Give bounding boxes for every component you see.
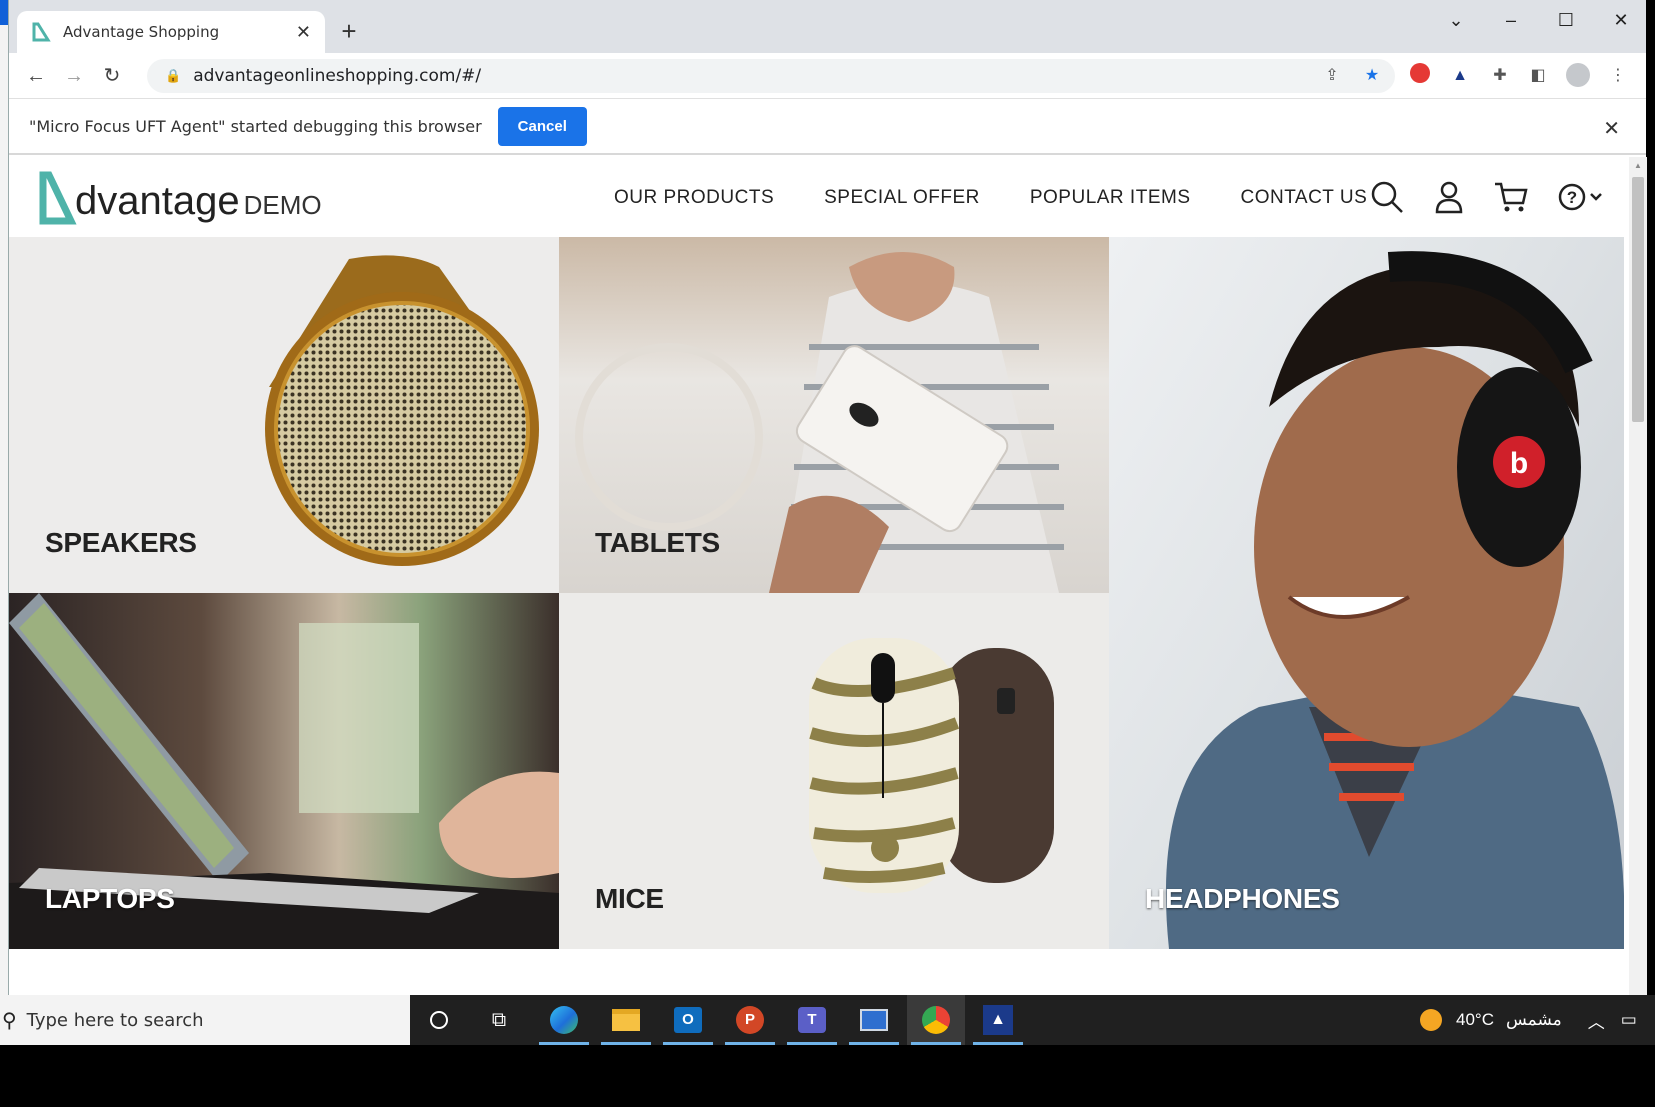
file-explorer-icon[interactable]	[597, 995, 655, 1045]
category-laptops[interactable]: LAPTOPS	[9, 593, 559, 949]
category-tablets[interactable]: TABLETS	[559, 237, 1109, 593]
infobar-close-icon[interactable]: ✕	[1603, 116, 1620, 141]
cortana-icon[interactable]	[410, 995, 468, 1045]
maximize-button[interactable]: ☐	[1544, 8, 1588, 32]
help-dropdown-icon[interactable]: ?	[1555, 179, 1605, 215]
nav-contact-us[interactable]: CONTACT US	[1241, 187, 1368, 209]
taskbar-search-placeholder: Type here to search	[26, 1009, 204, 1031]
nav-our-products[interactable]: OUR PRODUCTS	[614, 187, 774, 209]
category-headphones[interactable]: b HEADPHONES	[1109, 237, 1624, 949]
extension-red-icon[interactable]	[1407, 63, 1433, 89]
address-bar[interactable]: 🔒 advantageonlineshopping.com/#/	[147, 59, 1395, 93]
logo-word: dvantage	[75, 179, 240, 223]
side-panel-icon[interactable]: ◧	[1525, 63, 1551, 89]
lock-icon[interactable]: 🔒	[165, 68, 181, 84]
close-window-button[interactable]: ✕	[1599, 8, 1643, 32]
tab-strip: Advantage Shopping ✕ + ⌄ – ☐ ✕	[9, 0, 1646, 53]
share-icon[interactable]: ⇪	[1319, 63, 1345, 89]
category-speakers[interactable]: SPEAKERS	[9, 237, 559, 593]
outlook-icon[interactable]: O	[659, 995, 717, 1045]
minimize-button[interactable]: –	[1489, 8, 1533, 32]
category-label-tablets: TABLETS	[595, 527, 720, 558]
forward-button[interactable]: →	[59, 61, 89, 91]
category-label-mice: MICE	[595, 883, 664, 914]
weather-temperature[interactable]: 40°C	[1456, 1010, 1494, 1030]
headphones-image: b	[1165, 251, 1624, 949]
site-header: dvantage DEMO OUR PRODUCTS SPECIAL OFFER…	[9, 157, 1629, 237]
tray-chevron-icon[interactable]: ︿	[1588, 1008, 1605, 1033]
powerpoint-icon[interactable]: P	[721, 995, 779, 1045]
category-label-laptops: LAPTOPS	[45, 883, 175, 914]
remote-desktop-icon[interactable]	[845, 995, 903, 1045]
main-nav: OUR PRODUCTS SPECIAL OFFER POPULAR ITEMS…	[614, 187, 1417, 209]
nav-popular-items[interactable]: POPULAR ITEMS	[1030, 187, 1191, 209]
nav-special-offer[interactable]: SPECIAL OFFER	[824, 187, 980, 209]
edge-taskbar-icon[interactable]	[535, 995, 593, 1045]
logo-demo: DEMO	[243, 190, 322, 220]
advantage-demo-logo[interactable]: dvantage DEMO	[37, 169, 322, 225]
profile-avatar-icon[interactable]	[1565, 63, 1591, 89]
browser-toolbar: ← → ↻ 🔒 advantageonlineshopping.com/#/ ⇪…	[9, 53, 1646, 99]
scrollbar-thumb[interactable]	[1632, 177, 1644, 422]
search-magnifier-icon: ⚲	[2, 1009, 17, 1032]
category-label-headphones: HEADPHONES	[1145, 883, 1340, 914]
tab-search-chevron-icon[interactable]: ⌄	[1434, 8, 1478, 32]
cancel-debugging-button[interactable]: Cancel	[497, 107, 587, 146]
bookmark-star-icon[interactable]: ★	[1359, 63, 1385, 89]
extension-uft-icon[interactable]: ▲	[1447, 63, 1473, 89]
page-scrollbar[interactable]: ▲	[1629, 157, 1647, 995]
task-view-icon[interactable]: ⧉	[470, 995, 528, 1045]
chrome-menu-icon[interactable]: ⋮	[1605, 63, 1631, 89]
tab-advantage-shopping[interactable]: Advantage Shopping ✕	[17, 11, 325, 53]
weather-condition[interactable]: مشمس	[1506, 1010, 1562, 1030]
uft-taskbar-icon[interactable]: ▲	[969, 995, 1027, 1045]
web-page: dvantage DEMO OUR PRODUCTS SPECIAL OFFER…	[9, 157, 1629, 995]
battery-icon[interactable]: ▭	[1621, 1010, 1637, 1030]
search-icon[interactable]	[1369, 179, 1405, 215]
weather-sun-icon[interactable]	[1420, 1009, 1442, 1031]
back-button[interactable]: ←	[21, 61, 51, 91]
extensions-puzzle-icon[interactable]: ✚	[1487, 63, 1513, 89]
category-mice[interactable]: MICE	[559, 593, 1109, 949]
system-tray: 40°C مشمس ︿ ▭	[1420, 995, 1637, 1045]
chrome-taskbar-icon[interactable]	[907, 995, 965, 1045]
windows-taskbar: ⚲ Type here to search ⧉ O P T ▲ 40°C مشم…	[0, 995, 1655, 1045]
user-icon[interactable]	[1431, 179, 1467, 215]
url-text: advantageonlineshopping.com/#/	[193, 66, 482, 86]
svg-text:b: b	[1510, 447, 1528, 480]
cart-icon[interactable]	[1493, 179, 1529, 215]
desktop: Advantage Shopping ✕ + ⌄ – ☐ ✕ ← → ↻ 🔒 a…	[0, 0, 1655, 1107]
teams-icon[interactable]: T	[783, 995, 841, 1045]
new-tab-button[interactable]: +	[333, 16, 365, 48]
infobar-message: "Micro Focus UFT Agent" started debuggin…	[29, 117, 482, 136]
taskbar-search-box[interactable]: ⚲ Type here to search	[0, 995, 410, 1045]
advantage-favicon-icon	[32, 22, 51, 42]
tab-close-icon[interactable]: ✕	[296, 22, 311, 43]
logo-mark-icon	[39, 171, 77, 225]
scroll-up-icon[interactable]: ▲	[1634, 161, 1642, 170]
svg-text:?: ?	[1567, 188, 1577, 207]
debugging-infobar: "Micro Focus UFT Agent" started debuggin…	[9, 100, 1646, 155]
category-label-speakers: SPEAKERS	[45, 527, 197, 558]
header-icons: ?	[1369, 179, 1605, 215]
reload-button[interactable]: ↻	[97, 61, 127, 91]
tab-title: Advantage Shopping	[63, 23, 220, 41]
chrome-window: Advantage Shopping ✕ + ⌄ – ☐ ✕ ← → ↻ 🔒 a…	[8, 0, 1647, 995]
